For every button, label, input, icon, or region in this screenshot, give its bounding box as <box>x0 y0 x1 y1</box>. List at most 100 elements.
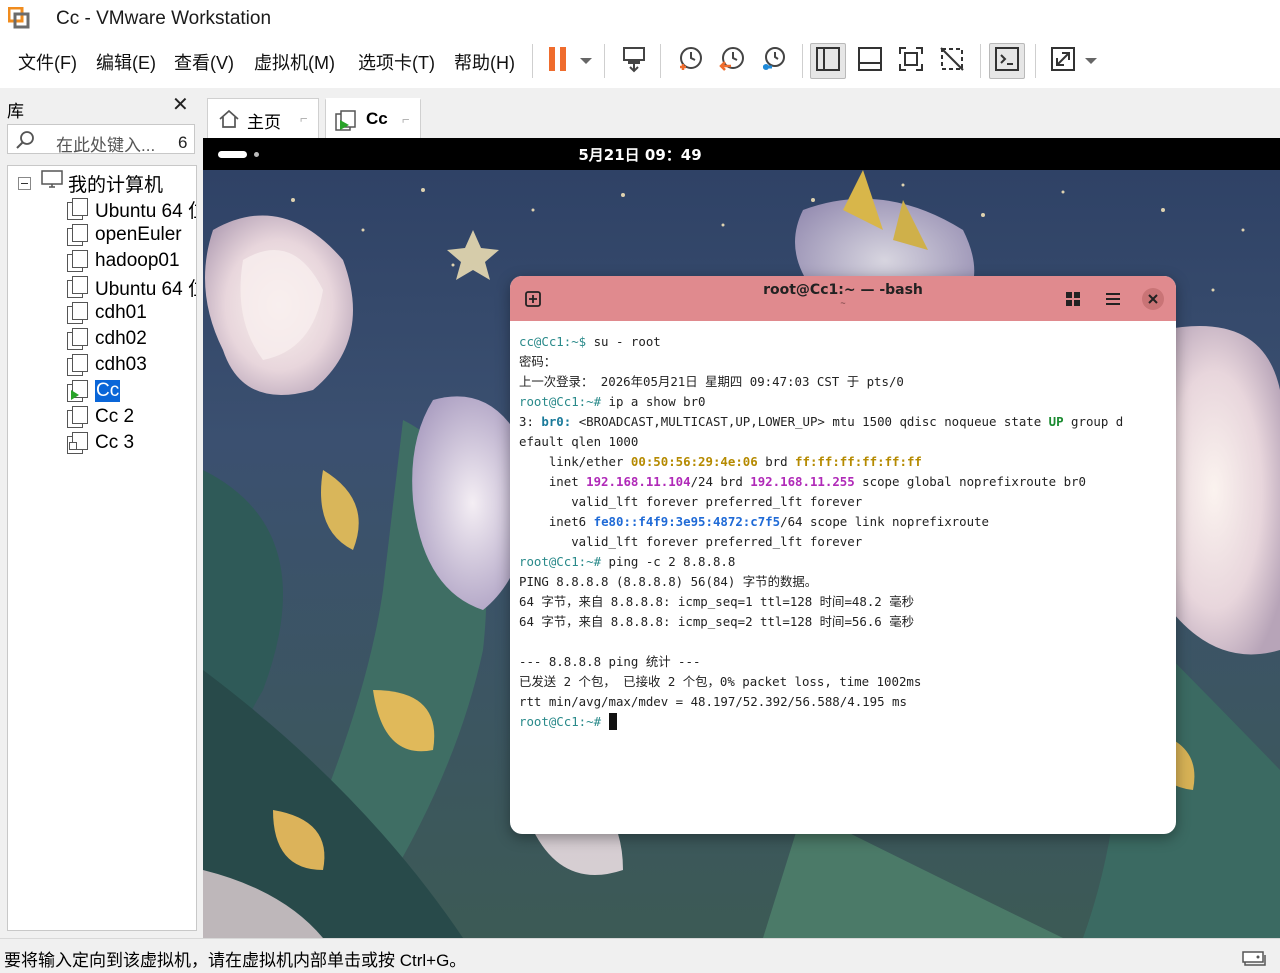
thumbnail-bar-button[interactable] <box>852 43 888 79</box>
terminal-text-segment: 上一次登录： 2026年05月21日 星期四 09:47:03 CST 于 pt… <box>519 374 904 389</box>
take-snapshot-button[interactable] <box>672 43 708 79</box>
terminal-text-segment: UP <box>1048 414 1064 429</box>
vm-icon <box>67 276 89 298</box>
revert-snapshot-icon <box>718 45 746 78</box>
vm-item-selected[interactable]: Cc <box>67 379 122 403</box>
unity-button[interactable] <box>934 43 970 79</box>
vm-item[interactable]: cdh03 <box>67 353 147 377</box>
snapshot-manager-button[interactable] <box>756 43 792 79</box>
terminal-text-segment: valid_lft forever preferred_lft forever <box>519 494 863 509</box>
send-ctrl-alt-del-button[interactable] <box>616 43 652 79</box>
terminal-text-segment: ping -c 2 8.8.8.8 <box>601 554 736 569</box>
menu-vm[interactable]: 虚拟机(M) <box>254 49 335 75</box>
terminal-text-segment: 00:50:56:29:4e:06 <box>630 454 758 469</box>
terminal-header-bar[interactable]: root@Cc1:~ — -bash ~ <box>510 276 1176 321</box>
library-view-icon <box>815 46 841 77</box>
hard-disk-activity-icon[interactable] <box>1241 946 1267 973</box>
vm-item-label: Ubuntu 64 位 <box>95 278 197 300</box>
menu-help[interactable]: 帮助(H) <box>454 49 515 75</box>
vm-item[interactable]: Ubuntu 64 位 <box>67 197 196 222</box>
tree-root-my-computer[interactable]: 我的计算机 <box>18 170 163 196</box>
terminal-text-segment: link/ether <box>519 454 631 469</box>
menu-file[interactable]: 文件(F) <box>18 49 77 75</box>
terminal-text-segment: inet <box>519 474 587 489</box>
show-library-button[interactable] <box>810 43 846 79</box>
terminal-window[interactable]: root@Cc1:~ — -bash ~ cc@Cc1:~$ su - root… <box>510 276 1176 834</box>
terminal-text-segment: 密码： <box>519 354 557 369</box>
terminal-text-segment: /64 scope link noprefixroute <box>780 514 989 529</box>
menu-tabs[interactable]: 选项卡(T) <box>358 49 435 75</box>
pause-button[interactable] <box>540 43 576 79</box>
vm-item[interactable]: cdh02 <box>67 327 147 351</box>
tab-vm-cc[interactable]: Cc ⌐ <box>325 98 421 138</box>
terminal-text-segment: fe80::f4f9:3e95:4872:c7f5 <box>593 514 781 529</box>
terminal-text-segment: --- 8.8.8.8 ping 统计 --- <box>519 654 701 669</box>
thumbnail-view-icon <box>857 46 883 77</box>
terminal-line: --- 8.8.8.8 ping 统计 --- <box>519 652 1169 672</box>
tab-close-icon[interactable]: ⌐ <box>300 111 308 126</box>
tab-overview-icon[interactable] <box>1062 288 1084 310</box>
toolbar-separator <box>532 44 533 78</box>
pause-dropdown-chevron-icon[interactable] <box>580 58 592 64</box>
vm-item-label: hadoop01 <box>95 250 180 271</box>
terminal-text-segment: inet6 <box>519 514 594 529</box>
terminal-text-segment: /24 brd <box>690 474 751 489</box>
vm-item-label: cdh03 <box>95 354 147 375</box>
vm-item[interactable]: Cc 3 <box>67 431 134 455</box>
fullscreen-icon <box>898 46 924 77</box>
vm-console[interactable]: 5月21日 09：49 root@Cc1:~ — -bash ~ cc@Cc1:… <box>203 138 1280 938</box>
terminal-line: inet 192.168.11.104/24 brd 192.168.11.25… <box>519 472 1169 492</box>
vm-item[interactable]: hadoop01 <box>67 249 180 273</box>
collapse-toggle-icon[interactable] <box>18 176 31 190</box>
library-search-input[interactable]: 在此处键入... <box>56 131 162 156</box>
stretch-dropdown-chevron-icon[interactable] <box>1085 58 1097 64</box>
terminal-line: root@Cc1:~# <box>519 712 1169 732</box>
menu-edit[interactable]: 编辑(E) <box>96 49 156 75</box>
stretch-guest-button[interactable] <box>1045 43 1081 79</box>
terminal-text-segment: root@Cc1:~# <box>519 554 602 569</box>
window-title: Cc - VMware Workstation <box>56 8 272 29</box>
send-keys-icon <box>620 45 648 78</box>
library-close-icon[interactable]: ✕ <box>172 95 189 115</box>
terminal-text-segment: rtt min/avg/max/mdev = 48.197/52.392/56.… <box>519 694 907 709</box>
menu-view[interactable]: 查看(V) <box>174 49 234 75</box>
terminal-cursor <box>608 713 617 730</box>
vm-item-label: Cc 3 <box>95 432 135 453</box>
vm-item[interactable]: Ubuntu 64 位 <box>67 275 197 300</box>
hamburger-menu-icon[interactable] <box>1102 288 1124 310</box>
pause-icon <box>547 46 569 77</box>
terminal-text-segment: 3: <box>519 414 542 429</box>
library-title: 库 <box>7 102 24 121</box>
snapshot-manager-icon <box>760 45 788 78</box>
terminal-text-segment: scope global noprefixroute br0 <box>854 474 1086 489</box>
guest-top-bar: 5月21日 09：49 <box>203 138 1280 170</box>
full-screen-button[interactable] <box>893 43 929 79</box>
vm-icon <box>67 198 89 220</box>
vm-item[interactable]: cdh01 <box>67 301 147 325</box>
guest-clock[interactable]: 5月21日 09：49 <box>203 144 1280 165</box>
status-message: 要将输入定向到该虚拟机，请在虚拟机内部单击或按 Ctrl+G。 <box>4 951 467 970</box>
terminal-line: root@Cc1:~# ip a show br0 <box>519 392 1169 412</box>
computer-icon <box>41 170 63 196</box>
tab-label: Cc <box>366 109 388 128</box>
revert-snapshot-button[interactable] <box>714 43 750 79</box>
vm-running-icon <box>67 380 89 402</box>
terminal-text-segment: cc@Cc1:~$ <box>519 334 587 349</box>
terminal-line: 64 字节，来自 8.8.8.8: icmp_seq=1 ttl=128 时间=… <box>519 592 1169 612</box>
terminal-line: rtt min/avg/max/mdev = 48.197/52.392/56.… <box>519 692 1169 712</box>
tab-home[interactable]: 主页 ⌐ <box>207 98 319 138</box>
vm-item[interactable]: openEuler <box>67 223 182 247</box>
terminal-line: 3: br0: <BROADCAST,MULTICAST,UP,LOWER_UP… <box>519 412 1169 432</box>
vm-item[interactable]: Cc 2 <box>67 405 134 429</box>
toolbar-separator <box>980 44 981 78</box>
library-search-box[interactable]: 在此处键入... 6 <box>7 124 195 156</box>
tab-close-icon[interactable]: ⌐ <box>402 112 410 127</box>
close-icon[interactable] <box>1142 288 1164 310</box>
status-bar: 要将输入定向到该虚拟机，请在虚拟机内部单击或按 Ctrl+G。 <box>0 938 1280 971</box>
terminal-line: valid_lft forever preferred_lft forever <box>519 492 1169 512</box>
terminal-output[interactable]: cc@Cc1:~$ su - root 密码： 上一次登录： 2026年05月21日… <box>519 332 1169 822</box>
terminal-text-segment: ff:ff:ff:ff:ff:ff <box>795 454 922 469</box>
console-view-button[interactable] <box>989 43 1025 79</box>
